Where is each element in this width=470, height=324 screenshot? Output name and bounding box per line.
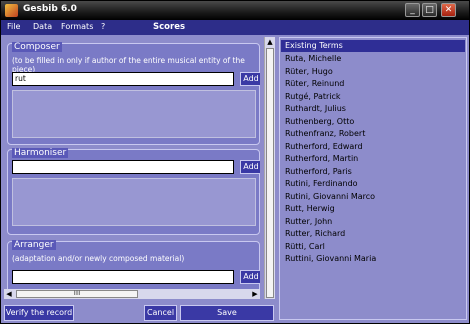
term-list-item[interactable]: Rutini, Giovanni Marco: [285, 191, 375, 203]
term-list-item[interactable]: Ruta, Michelle: [285, 53, 341, 65]
term-list-item[interactable]: Ruthenberg, Otto: [285, 116, 354, 128]
bottom-bar: Verify the record Cancel Save: [1, 301, 277, 323]
composer-input[interactable]: rut: [12, 72, 234, 86]
arranger-input[interactable]: [12, 270, 234, 284]
term-list-item[interactable]: Rutherford, Martin: [285, 153, 358, 165]
term-list-item[interactable]: Rutini, Ferdinando: [285, 178, 358, 190]
composer-add-button[interactable]: Add: [240, 72, 260, 86]
form-title: Scores: [153, 22, 186, 32]
window-title: Gesbib 6.0: [23, 4, 77, 14]
term-list-item[interactable]: Ruthenfranz, Robert: [285, 128, 365, 140]
term-list-item[interactable]: Rutherford, Paris: [285, 166, 352, 178]
close-icon[interactable]: ✕: [441, 3, 456, 17]
vertical-scrollbar[interactable]: ▲: [264, 37, 275, 299]
horizontal-scrollbar[interactable]: ◀ IIII ▶: [4, 289, 260, 299]
menu-data[interactable]: Data: [33, 22, 52, 31]
term-list-item[interactable]: Ruttini, Giovanni Maria: [285, 253, 376, 265]
maximize-icon[interactable]: □: [422, 3, 437, 17]
vertical-scroll-thumb[interactable]: [266, 48, 274, 298]
minimize-icon[interactable]: _: [405, 3, 420, 17]
scroll-left-icon[interactable]: ◀: [4, 289, 14, 299]
menu-file[interactable]: File: [7, 22, 20, 31]
arranger-subtitle: (adaptation and/or newly composed materi…: [12, 254, 185, 263]
arranger-title: Arranger: [12, 240, 56, 250]
cancel-button[interactable]: Cancel: [144, 305, 177, 321]
existing-terms-header: Existing Terms: [281, 40, 465, 52]
scroll-up-icon[interactable]: ▲: [265, 37, 275, 47]
title-bar[interactable]: Gesbib 6.0 _ □ ✕: [1, 1, 469, 20]
verify-record-button[interactable]: Verify the record: [4, 305, 74, 321]
term-list-item[interactable]: Rutherford, Edward: [285, 141, 363, 153]
menu-bar: File Data Formats ? Scores: [1, 20, 469, 35]
term-list-item[interactable]: Ruthardt, Julius: [285, 103, 346, 115]
term-list-item[interactable]: Rutter, Richard: [285, 228, 345, 240]
save-button[interactable]: Save: [180, 305, 274, 321]
harmoniser-list[interactable]: [12, 178, 256, 226]
harmoniser-input[interactable]: [12, 160, 234, 174]
harmoniser-add-button[interactable]: Add: [240, 160, 260, 174]
horizontal-scroll-thumb[interactable]: IIII: [16, 290, 138, 298]
scroll-right-icon[interactable]: ▶: [250, 289, 260, 299]
composer-title: Composer: [12, 42, 62, 52]
arranger-add-button[interactable]: Add: [240, 270, 260, 284]
term-list-item[interactable]: Rutgé, Patrick: [285, 91, 341, 103]
form-panel: Composer (to be filled in only if author…: [4, 37, 260, 299]
harmoniser-group: Harmoniser Add: [7, 148, 260, 235]
composer-group: Composer (to be filled in only if author…: [7, 42, 260, 145]
term-list-item[interactable]: Rutt, Herwig: [285, 203, 335, 215]
menu-formats[interactable]: Formats: [61, 22, 93, 31]
app-window: Gesbib 6.0 _ □ ✕ File Data Formats ? Sco…: [0, 0, 470, 324]
existing-terms-list[interactable]: Existing Terms Ruta, Michelle Rüter, Hugo…: [279, 37, 467, 320]
term-list-item[interactable]: Rutter, John: [285, 216, 332, 228]
app-logo-icon: [5, 4, 18, 17]
menu-help[interactable]: ?: [101, 22, 105, 31]
term-list-item[interactable]: Rüter, Reinund: [285, 78, 344, 90]
composer-list[interactable]: [12, 90, 256, 138]
term-list-item[interactable]: Rüter, Hugo: [285, 66, 333, 78]
term-list-item[interactable]: Rütti, Carl: [285, 241, 325, 253]
harmoniser-title: Harmoniser: [12, 148, 69, 158]
